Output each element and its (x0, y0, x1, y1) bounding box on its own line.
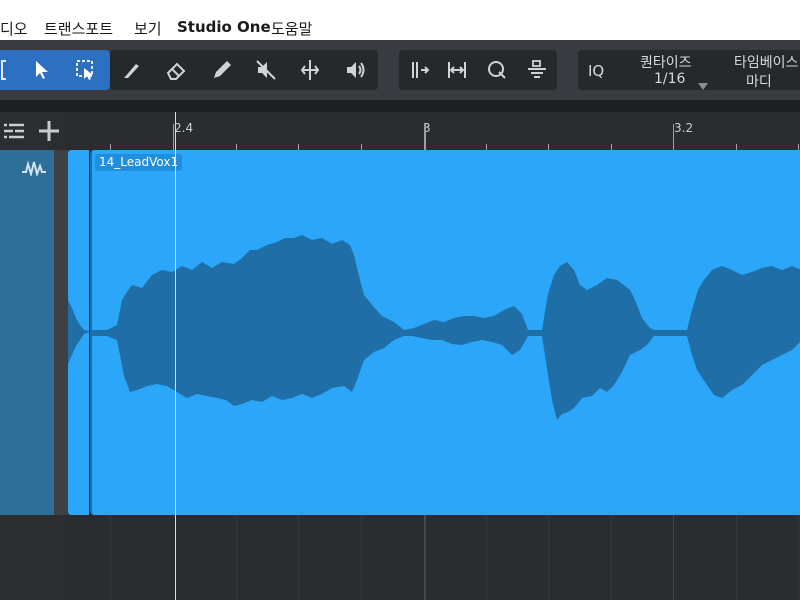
playhead-cursor[interactable] (175, 112, 176, 600)
quantize-button[interactable] (477, 50, 517, 90)
track-divider (54, 150, 68, 515)
grid-line (673, 515, 674, 600)
add-track-icon[interactable] (38, 120, 60, 146)
autoscroll-button[interactable] (517, 50, 557, 90)
snap-button[interactable] (399, 50, 439, 90)
list-icon[interactable] (4, 122, 26, 144)
ruler-tick (173, 124, 174, 150)
arrow-tool-button[interactable] (22, 50, 62, 90)
toolbar: IQ 퀀타이즈 1/16 타임베이스 마디 (0, 40, 800, 100)
stretch-icon (448, 62, 466, 78)
menu-item-audio[interactable]: 디오 (0, 18, 28, 39)
edit-tools-group (110, 50, 378, 90)
event-name-label[interactable]: 14_LeadVox1 (95, 154, 183, 171)
grid-line (486, 515, 487, 600)
waveform (92, 235, 800, 420)
bend-icon (300, 60, 320, 80)
arrow-icon (36, 61, 48, 79)
chevron-down-icon[interactable] (698, 76, 708, 95)
menu-item-help[interactable]: 도움말 (271, 18, 312, 39)
grid-line (236, 515, 237, 600)
menu-item-view[interactable]: 보기 (134, 18, 162, 39)
range-select-icon (76, 60, 93, 80)
ruler-label: 2.4 (174, 121, 194, 135)
timeline-ruler[interactable]: 2.4 3 3.2 (68, 112, 800, 150)
grid-line (798, 515, 799, 600)
quantize-panel: IQ 퀀타이즈 1/16 타임베이스 마디 (578, 50, 800, 90)
toolbar-separator (0, 100, 800, 112)
speaker-icon (347, 62, 365, 78)
listen-tool-button[interactable] (336, 50, 376, 90)
mute-tool-button[interactable] (246, 50, 286, 90)
grid-line (548, 515, 549, 600)
audio-event[interactable] (90, 150, 800, 515)
timebase-value[interactable]: 마디 (746, 71, 772, 91)
mute-icon (256, 60, 276, 80)
eraser-icon (166, 62, 186, 80)
knife-icon (124, 64, 139, 78)
grid-line (736, 515, 737, 600)
quantize-label: 퀀타이즈 (640, 55, 692, 71)
range-bracket-icon[interactable] (0, 50, 16, 90)
grid-line (298, 515, 299, 600)
ruler-tick (424, 124, 426, 150)
ruler-label: 3.2 (674, 121, 694, 135)
audio-event-edge[interactable] (68, 150, 89, 515)
track-control[interactable] (0, 150, 54, 515)
snap-tools-group (399, 50, 557, 90)
stretch-button[interactable] (437, 50, 477, 90)
snap-icon (412, 62, 430, 78)
timebase-label: 타임베이스 (734, 55, 799, 71)
pencil-tool-button[interactable] (202, 50, 242, 90)
grid-line (611, 515, 612, 600)
menu-item-studio-one[interactable]: Studio One (177, 18, 271, 36)
quantize-q-icon (488, 61, 506, 79)
grid-line (110, 515, 111, 600)
split-tool-button[interactable] (112, 50, 152, 90)
pencil-icon (214, 61, 231, 78)
autoscroll-icon (528, 60, 546, 78)
waveform-icon (22, 160, 46, 180)
quantize-value[interactable]: 1/16 (654, 71, 685, 87)
empty-track-area[interactable] (68, 515, 800, 600)
grid-line (424, 515, 426, 600)
waveform-edge (68, 300, 89, 364)
range-tool-button[interactable] (66, 50, 106, 90)
iq-label[interactable]: IQ (588, 62, 604, 80)
selection-tool-group (0, 50, 110, 90)
grid-line (361, 515, 362, 600)
bend-tool-button[interactable] (290, 50, 330, 90)
menu-item-transport[interactable]: 트랜스포트 (44, 18, 113, 39)
menu-bar: 디오 트랜스포트 보기 Studio One 도움말 (0, 0, 800, 40)
ruler-tick (673, 124, 674, 150)
eraser-tool-button[interactable] (156, 50, 196, 90)
